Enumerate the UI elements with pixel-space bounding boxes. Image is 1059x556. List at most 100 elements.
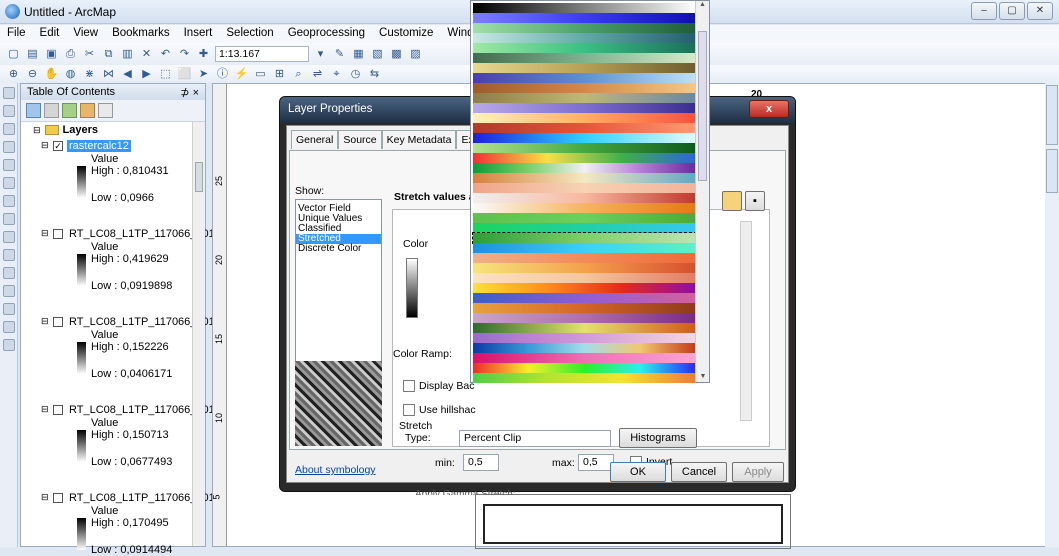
color-ramp-swatch[interactable] xyxy=(473,363,696,373)
pan-tool-icon[interactable] xyxy=(3,105,15,117)
zoom-tool-icon[interactable] xyxy=(3,87,15,99)
fixed-zoom-in-icon[interactable]: ⋇ xyxy=(82,67,97,82)
color-ramp-swatch[interactable] xyxy=(473,93,696,103)
list-by-source-icon[interactable] xyxy=(44,103,59,118)
color-ramp-swatch[interactable] xyxy=(473,333,696,343)
hyperlink-icon[interactable]: ⚡ xyxy=(234,67,249,82)
zoom-out-icon[interactable]: ⊖ xyxy=(25,67,40,82)
color-ramp-swatch[interactable] xyxy=(473,33,696,43)
menu-insert[interactable]: Insert xyxy=(177,25,220,43)
color-ramp-swatch[interactable] xyxy=(473,13,696,23)
redo-icon[interactable]: ↷ xyxy=(177,47,192,62)
apply-button[interactable]: Apply xyxy=(732,462,784,482)
time-slider-icon[interactable]: ◷ xyxy=(348,67,363,82)
menu-bookmarks[interactable]: Bookmarks xyxy=(105,25,177,43)
cancel-button[interactable]: Cancel xyxy=(671,462,727,482)
collapse-icon[interactable]: ⊟ xyxy=(41,228,49,239)
color-ramp-swatch[interactable] xyxy=(473,103,696,113)
select-features-icon[interactable]: ⬚ xyxy=(158,67,173,82)
ramp-scrollbar[interactable]: ▲ ▼ xyxy=(695,1,709,382)
layout-fixed-zoom-icon[interactable] xyxy=(3,213,15,225)
back-extent-icon[interactable]: ◀ xyxy=(120,67,135,82)
color-ramp-swatch[interactable] xyxy=(472,232,697,244)
max-input[interactable]: 0,5 xyxy=(578,454,614,471)
collapse-icon[interactable]: ⊟ xyxy=(41,404,49,415)
color-ramp-swatch[interactable] xyxy=(473,353,696,363)
focus-frame-icon[interactable] xyxy=(3,303,15,315)
color-ramp-swatch[interactable] xyxy=(473,293,696,303)
color-ramp-swatch[interactable] xyxy=(473,263,696,273)
table-icon[interactable]: ▦ xyxy=(351,47,366,62)
ok-button[interactable]: OK xyxy=(610,462,666,482)
ramp-scroll-thumb[interactable] xyxy=(698,31,707,181)
layer-name[interactable]: rastercalc12 xyxy=(67,140,131,152)
color-ramp-swatch[interactable] xyxy=(473,323,696,333)
color-ramp-swatch[interactable] xyxy=(473,143,696,153)
color-ramp-swatch[interactable] xyxy=(473,163,696,173)
select-elements-icon[interactable]: ➤ xyxy=(196,67,211,82)
color-ramp-swatch[interactable] xyxy=(473,193,696,203)
collapse-icon[interactable]: ⊟ xyxy=(41,140,49,151)
color-ramp-swatch[interactable] xyxy=(473,183,696,193)
color-ramp-swatch[interactable] xyxy=(473,343,696,353)
color-ramp-swatch[interactable] xyxy=(473,133,696,143)
color-ramp-swatch[interactable] xyxy=(473,123,696,133)
visibility-checkbox[interactable] xyxy=(53,405,63,415)
fixed-zoom-out-icon[interactable]: ⋈ xyxy=(101,67,116,82)
clear-selection-icon[interactable]: ⬜ xyxy=(177,67,192,82)
arctoolbox-icon[interactable]: ▨ xyxy=(408,47,423,62)
zoom-whole-page-icon[interactable] xyxy=(3,177,15,189)
stretch-type-select[interactable]: Percent Clip xyxy=(459,430,611,447)
open-folder-icon[interactable]: ▤ xyxy=(25,47,40,62)
color-ramp-swatch[interactable] xyxy=(473,303,696,313)
change-layout-icon[interactable] xyxy=(3,321,15,333)
menu-geoprocessing[interactable]: Geoprocessing xyxy=(281,25,372,43)
color-ramp-swatch[interactable] xyxy=(473,73,696,83)
html-popup-icon[interactable]: ▭ xyxy=(253,67,268,82)
panel-scrollbar[interactable] xyxy=(740,221,752,421)
catalog-icon[interactable]: ▧ xyxy=(370,47,385,62)
visibility-checkbox[interactable] xyxy=(53,229,63,239)
menu-selection[interactable]: Selection xyxy=(219,25,280,43)
color-ramp-swatch[interactable] xyxy=(473,153,696,163)
data-driven-pages-icon[interactable] xyxy=(3,339,15,351)
color-ramp-swatch[interactable] xyxy=(473,63,696,73)
scroll-up-icon[interactable]: ▲ xyxy=(696,1,709,8)
scale-dropdown-icon[interactable]: ▾ xyxy=(313,47,328,62)
renderer-item[interactable]: Discrete Color xyxy=(296,244,381,254)
menu-customize[interactable]: Customize xyxy=(372,25,440,43)
visibility-checkbox[interactable]: ✓ xyxy=(53,141,63,151)
load-ramp-button[interactable] xyxy=(722,191,742,211)
histograms-button[interactable]: Histograms xyxy=(619,428,697,448)
dialog-close-button[interactable]: x xyxy=(749,100,789,118)
search-tab[interactable] xyxy=(1046,149,1058,193)
visibility-checkbox[interactable] xyxy=(53,493,63,503)
search-window-icon[interactable]: ▩ xyxy=(389,47,404,62)
copy-icon[interactable]: ⧉ xyxy=(101,47,116,62)
tab-source[interactable]: Source xyxy=(338,130,382,149)
color-ramp-swatch[interactable] xyxy=(473,173,696,183)
full-extent-icon[interactable]: ◍ xyxy=(63,67,78,82)
layers-root[interactable]: ⊟ Layers xyxy=(33,124,98,136)
menu-view[interactable]: View xyxy=(66,25,105,43)
color-ramp-swatch[interactable] xyxy=(473,113,696,123)
tab-general[interactable]: General xyxy=(291,130,339,149)
go-to-xy-icon[interactable]: ⌖ xyxy=(329,67,344,82)
pan-icon[interactable]: ✋ xyxy=(44,67,59,82)
color-ramp-swatch[interactable] xyxy=(473,243,696,253)
save-ramp-button[interactable]: ▪ xyxy=(745,191,765,211)
menu-edit[interactable]: Edit xyxy=(33,25,67,43)
toc-scroll-thumb[interactable] xyxy=(195,162,203,192)
color-ramp-swatch[interactable] xyxy=(473,213,696,223)
options-icon[interactable] xyxy=(98,103,113,118)
toggle-draft-icon[interactable] xyxy=(3,285,15,297)
menu-file[interactable]: File xyxy=(0,25,33,43)
save-icon[interactable]: ▣ xyxy=(44,47,59,62)
collapse-icon[interactable]: ⊟ xyxy=(41,316,49,327)
new-document-icon[interactable]: ▢ xyxy=(6,47,21,62)
toc-pin-close[interactable]: ⊅ × xyxy=(180,86,199,99)
close-button[interactable]: ✕ xyxy=(1027,2,1053,20)
color-ramp-swatch[interactable] xyxy=(473,283,696,293)
color-ramp-swatch[interactable] xyxy=(473,203,696,213)
forward-extent-icon[interactable]: ▶ xyxy=(139,67,154,82)
